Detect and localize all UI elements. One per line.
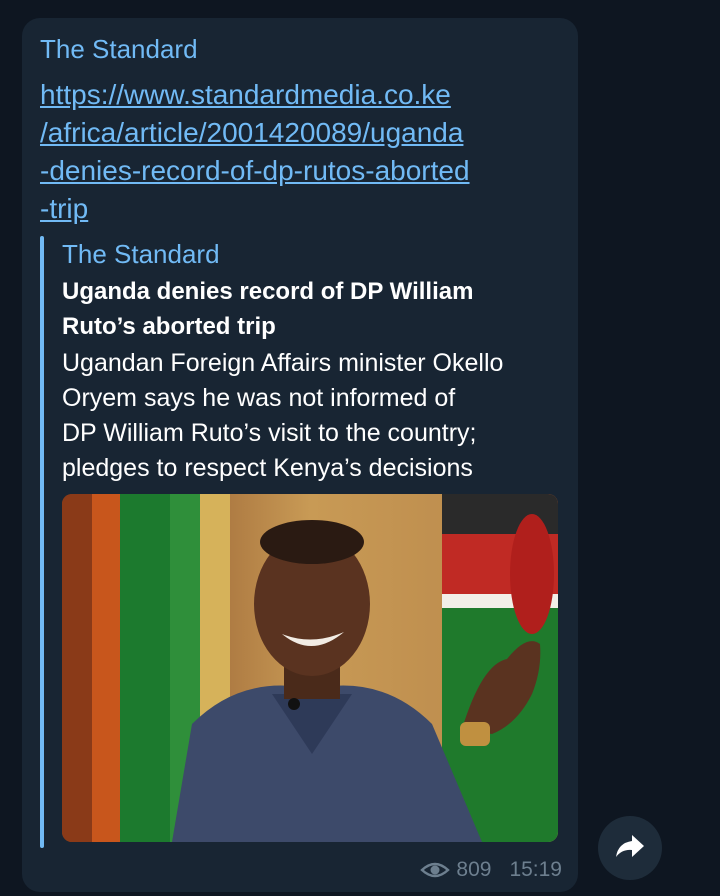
url-line[interactable]: https://www.standardmedia.co.ke [40,76,560,114]
eye-icon [420,860,451,880]
preview-title-line: Ruto’s aborted trip [62,313,276,340]
preview-title: Uganda denies record of DP William Ruto’… [62,274,552,344]
url-line[interactable]: -denies-record-of-dp-rutos-aborted [40,152,560,190]
preview-description: Ugandan Foreign Affairs minister Okello … [62,346,562,486]
message-bubble: The Standard https://www.standardmedia.c… [22,18,578,892]
share-arrow-icon [615,833,645,864]
article-link[interactable]: https://www.standardmedia.co.ke /africa/… [40,76,560,228]
preview-description-line: Ugandan Foreign Affairs minister Okello [62,349,504,377]
sender-name[interactable]: The Standard [40,34,198,64]
link-preview[interactable]: The Standard Uganda denies record of DP … [40,236,560,848]
preview-description-line: pledges to respect Kenya’s decisions [62,454,473,482]
preview-description-line: DP William Ruto’s visit to the country; [62,419,477,447]
message-meta: 809 15:19 [420,858,562,882]
preview-accent-bar [40,236,44,848]
url-line[interactable]: /africa/article/2001420089/uganda [40,114,560,152]
preview-image[interactable] [62,494,558,842]
preview-title-line: Uganda denies record of DP William [62,278,474,305]
preview-site-name: The Standard [62,239,220,269]
share-button[interactable] [598,816,662,880]
url-line[interactable]: -trip [40,190,560,228]
message-time: 15:19 [509,858,562,881]
view-count: 809 [456,858,492,881]
preview-description-line: Oryem says he was not informed of [62,384,456,412]
